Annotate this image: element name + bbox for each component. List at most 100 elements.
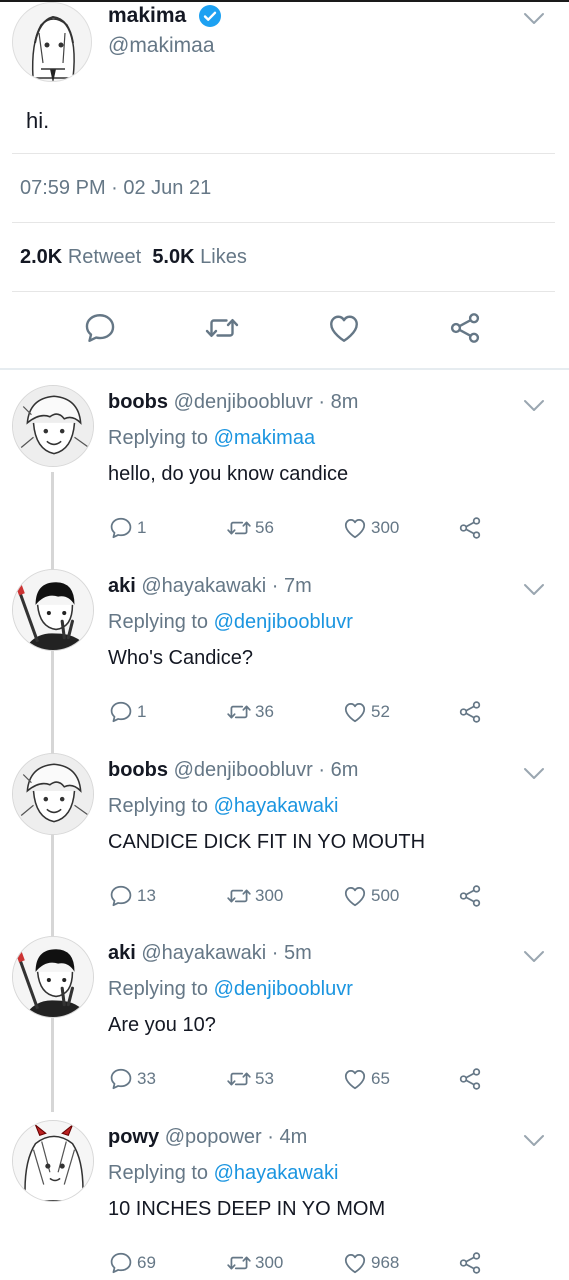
mention-link[interactable]: @denjiboobluvr bbox=[214, 611, 353, 633]
reply-button[interactable]: 1 bbox=[108, 699, 146, 725]
avatar[interactable] bbox=[12, 385, 94, 467]
replying-prefix: Replying to bbox=[108, 795, 209, 817]
share-icon bbox=[457, 883, 483, 909]
retweet-icon[interactable] bbox=[204, 310, 240, 346]
reply-icon bbox=[108, 1250, 134, 1276]
divider bbox=[12, 153, 555, 154]
reply-icon[interactable] bbox=[82, 310, 118, 346]
reply-count: 1 bbox=[137, 518, 147, 537]
reply-icon bbox=[108, 699, 134, 725]
tweet-stats: 2.0K Retweet 5.0K Likes bbox=[20, 246, 247, 269]
replying-prefix: Replying to bbox=[108, 978, 209, 1000]
share-button[interactable] bbox=[457, 1250, 483, 1276]
chevron-down-icon[interactable] bbox=[523, 583, 545, 597]
like-button[interactable]: 300 bbox=[342, 515, 399, 541]
avatar[interactable] bbox=[12, 569, 94, 651]
reply-tweet[interactable]: powy @popower · 4m Replying to @hayakawa… bbox=[0, 1106, 569, 1280]
avatar-image bbox=[13, 754, 94, 835]
reply-tweet[interactable]: boobs @denjiboobluvr · 6m Replying to @h… bbox=[0, 739, 569, 923]
reply-icon bbox=[108, 883, 134, 909]
like-icon[interactable] bbox=[326, 310, 362, 346]
author-name[interactable]: makima bbox=[108, 4, 186, 28]
reply-time: · 5m bbox=[271, 942, 312, 964]
retweet-count: 53 bbox=[255, 1069, 274, 1088]
share-icon[interactable] bbox=[447, 310, 483, 346]
avatar[interactable] bbox=[12, 2, 92, 82]
author-handle[interactable]: @hayakawaki bbox=[141, 575, 266, 597]
like-count[interactable]: 5.0K bbox=[152, 246, 194, 268]
retweet-count[interactable]: 2.0K bbox=[20, 246, 62, 268]
reply-header: aki @hayakawaki · 7m bbox=[108, 575, 312, 598]
retweet-button[interactable]: 53 bbox=[226, 1066, 274, 1092]
reply-button[interactable]: 69 bbox=[108, 1250, 156, 1276]
mention-link[interactable]: @hayakawaki bbox=[214, 1162, 339, 1184]
replying-to: Replying to @makimaa bbox=[108, 427, 315, 450]
mention-link[interactable]: @denjiboobluvr bbox=[214, 978, 353, 1000]
author-name[interactable]: aki bbox=[108, 942, 136, 964]
chevron-down-icon[interactable] bbox=[523, 1134, 545, 1148]
reply-button[interactable]: 33 bbox=[108, 1066, 156, 1092]
chevron-down-icon[interactable] bbox=[523, 12, 545, 26]
tweet-timestamp[interactable]: 07:59 PM · 02 Jun 21 bbox=[20, 177, 211, 200]
reply-text: CANDICE DICK FIT IN YO MOUTH bbox=[108, 831, 426, 853]
reply-header: powy @popower · 4m bbox=[108, 1126, 307, 1149]
share-icon bbox=[457, 515, 483, 541]
like-icon bbox=[342, 883, 368, 909]
replying-prefix: Replying to bbox=[108, 1162, 209, 1184]
replying-to: Replying to @hayakawaki bbox=[108, 795, 338, 818]
chevron-down-icon[interactable] bbox=[523, 399, 545, 413]
avatar[interactable] bbox=[12, 936, 94, 1018]
avatar[interactable] bbox=[12, 753, 94, 835]
retweet-icon bbox=[226, 699, 252, 725]
reply-time: · 7m bbox=[271, 575, 312, 597]
author-name[interactable]: aki bbox=[108, 575, 136, 597]
share-button[interactable] bbox=[457, 515, 483, 541]
author-handle[interactable]: @makimaa bbox=[108, 34, 215, 58]
share-button[interactable] bbox=[457, 699, 483, 725]
retweet-button[interactable]: 300 bbox=[226, 883, 283, 909]
reply-icon bbox=[108, 515, 134, 541]
avatar-image bbox=[13, 1121, 94, 1202]
chevron-down-icon[interactable] bbox=[523, 767, 545, 781]
share-button[interactable] bbox=[457, 883, 483, 909]
mention-link[interactable]: @hayakawaki bbox=[214, 795, 339, 817]
author-name[interactable]: powy bbox=[108, 1126, 159, 1148]
retweet-count: 300 bbox=[255, 886, 284, 905]
like-button[interactable]: 968 bbox=[342, 1250, 399, 1276]
like-count: 52 bbox=[371, 702, 390, 721]
like-button[interactable]: 500 bbox=[342, 883, 399, 909]
mention-link[interactable]: @makimaa bbox=[214, 427, 315, 449]
author-handle[interactable]: @popower bbox=[165, 1126, 262, 1148]
reply-text: Who's Candice? bbox=[108, 647, 253, 669]
reply-text: Are you 10? bbox=[108, 1014, 216, 1036]
replying-to: Replying to @denjiboobluvr bbox=[108, 978, 353, 1001]
like-label[interactable]: Likes bbox=[200, 246, 247, 268]
author-handle[interactable]: @denjiboobluvr bbox=[174, 759, 313, 781]
author-handle[interactable]: @denjiboobluvr bbox=[174, 391, 313, 413]
reply-time: · 4m bbox=[267, 1126, 308, 1148]
author-name[interactable]: boobs bbox=[108, 391, 168, 413]
reply-tweet[interactable]: aki @hayakawaki · 5m Replying to @denjib… bbox=[0, 922, 569, 1106]
retweet-button[interactable]: 36 bbox=[226, 699, 274, 725]
retweet-label[interactable]: Retweet bbox=[68, 246, 141, 268]
author-handle[interactable]: @hayakawaki bbox=[141, 942, 266, 964]
reply-tweet[interactable]: boobs @denjiboobluvr · 8m Replying to @m… bbox=[0, 371, 569, 555]
retweet-button[interactable]: 56 bbox=[226, 515, 274, 541]
chevron-down-icon[interactable] bbox=[523, 950, 545, 964]
share-button[interactable] bbox=[457, 1066, 483, 1092]
like-count: 65 bbox=[371, 1069, 390, 1088]
author-name[interactable]: boobs bbox=[108, 759, 168, 781]
share-icon bbox=[457, 1066, 483, 1092]
reply-button[interactable]: 1 bbox=[108, 515, 146, 541]
like-button[interactable]: 65 bbox=[342, 1066, 390, 1092]
reply-count: 69 bbox=[137, 1253, 156, 1272]
retweet-icon bbox=[226, 883, 252, 909]
like-button[interactable]: 52 bbox=[342, 699, 390, 725]
reply-tweet[interactable]: aki @hayakawaki · 7m Replying to @denjib… bbox=[0, 555, 569, 739]
reply-text: hello, do you know candice bbox=[108, 463, 349, 485]
reply-button[interactable]: 13 bbox=[108, 883, 156, 909]
divider bbox=[12, 222, 555, 223]
retweet-button[interactable]: 300 bbox=[226, 1250, 283, 1276]
like-count: 300 bbox=[371, 518, 400, 537]
avatar[interactable] bbox=[12, 1120, 94, 1202]
